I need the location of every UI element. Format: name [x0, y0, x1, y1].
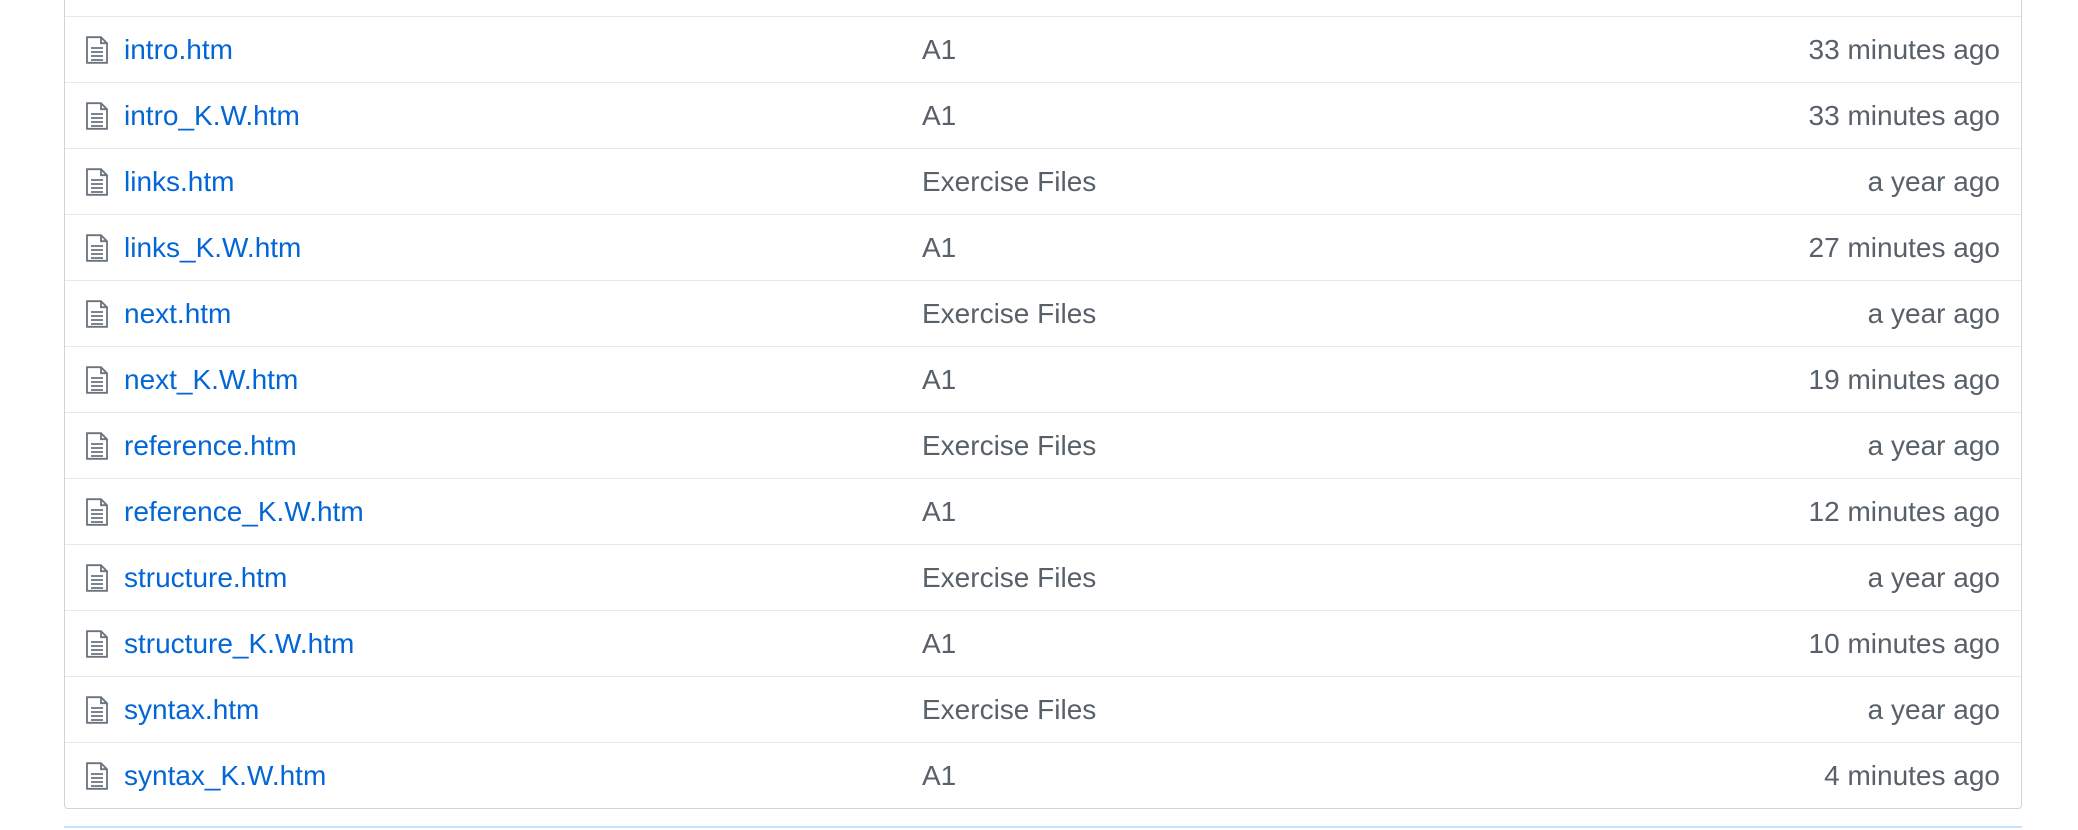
file-name-link[interactable]: structure.htm: [124, 545, 287, 611]
file-list-header-remnant: [65, 0, 2021, 16]
table-row: next.htm Exercise Files a year ago: [65, 280, 2021, 346]
file-name-link[interactable]: intro_K.W.htm: [124, 83, 300, 149]
commit-message-link[interactable]: A1: [922, 17, 956, 83]
next-section-border: [64, 826, 2022, 828]
commit-message-link[interactable]: Exercise Files: [922, 545, 1096, 611]
file-name-link[interactable]: intro.htm: [124, 17, 233, 83]
file-text-icon: [85, 432, 109, 460]
commit-message-link[interactable]: A1: [922, 215, 956, 281]
commit-message-link[interactable]: Exercise Files: [922, 677, 1096, 743]
table-row: reference.htm Exercise Files a year ago: [65, 412, 2021, 478]
commit-age: 10 minutes ago: [1808, 628, 2000, 659]
commit-message-link[interactable]: A1: [922, 743, 956, 809]
commit-message-link[interactable]: A1: [922, 611, 956, 677]
table-row: syntax_K.W.htm A1 4 minutes ago: [65, 742, 2021, 808]
file-list: intro.htm A1 33 minutes ago intro_K.W.ht…: [64, 0, 2022, 809]
file-text-icon: [85, 234, 109, 262]
table-row: next_K.W.htm A1 19 minutes ago: [65, 346, 2021, 412]
commit-age: a year ago: [1867, 562, 2000, 593]
file-text-icon: [85, 696, 109, 724]
table-row: structure.htm Exercise Files a year ago: [65, 544, 2021, 610]
file-name-link[interactable]: syntax_K.W.htm: [124, 743, 326, 809]
commit-message-link[interactable]: A1: [922, 347, 956, 413]
file-name-link[interactable]: reference_K.W.htm: [124, 479, 364, 545]
commit-age: a year ago: [1867, 694, 2000, 725]
commit-age: 33 minutes ago: [1808, 34, 2000, 65]
file-text-icon: [85, 630, 109, 658]
commit-age: 33 minutes ago: [1808, 100, 2000, 131]
file-name-link[interactable]: next.htm: [124, 281, 231, 347]
commit-age: 19 minutes ago: [1808, 364, 2000, 395]
file-text-icon: [85, 168, 109, 196]
commit-message-link[interactable]: A1: [922, 479, 956, 545]
commit-message-link[interactable]: A1: [922, 83, 956, 149]
file-name-link[interactable]: next_K.W.htm: [124, 347, 298, 413]
file-name-link[interactable]: links.htm: [124, 149, 234, 215]
commit-message-link[interactable]: Exercise Files: [922, 149, 1096, 215]
commit-message-link[interactable]: Exercise Files: [922, 413, 1096, 479]
file-text-icon: [85, 366, 109, 394]
commit-message-link[interactable]: Exercise Files: [922, 281, 1096, 347]
commit-age: a year ago: [1867, 430, 2000, 461]
commit-age: 12 minutes ago: [1808, 496, 2000, 527]
file-text-icon: [85, 762, 109, 790]
file-name-link[interactable]: links_K.W.htm: [124, 215, 301, 281]
file-name-link[interactable]: reference.htm: [124, 413, 297, 479]
file-text-icon: [85, 102, 109, 130]
table-row: syntax.htm Exercise Files a year ago: [65, 676, 2021, 742]
table-row: intro.htm A1 33 minutes ago: [65, 16, 2021, 82]
commit-age: a year ago: [1867, 166, 2000, 197]
file-text-icon: [85, 498, 109, 526]
commit-age: 4 minutes ago: [1824, 760, 2000, 791]
file-text-icon: [85, 564, 109, 592]
file-text-icon: [85, 300, 109, 328]
table-row: links_K.W.htm A1 27 minutes ago: [65, 214, 2021, 280]
commit-age: a year ago: [1867, 298, 2000, 329]
file-text-icon: [85, 36, 109, 64]
table-row: structure_K.W.htm A1 10 minutes ago: [65, 610, 2021, 676]
table-row: links.htm Exercise Files a year ago: [65, 148, 2021, 214]
table-row: intro_K.W.htm A1 33 minutes ago: [65, 82, 2021, 148]
file-name-link[interactable]: structure_K.W.htm: [124, 611, 354, 677]
commit-age: 27 minutes ago: [1808, 232, 2000, 263]
table-row: reference_K.W.htm A1 12 minutes ago: [65, 478, 2021, 544]
file-name-link[interactable]: syntax.htm: [124, 677, 259, 743]
